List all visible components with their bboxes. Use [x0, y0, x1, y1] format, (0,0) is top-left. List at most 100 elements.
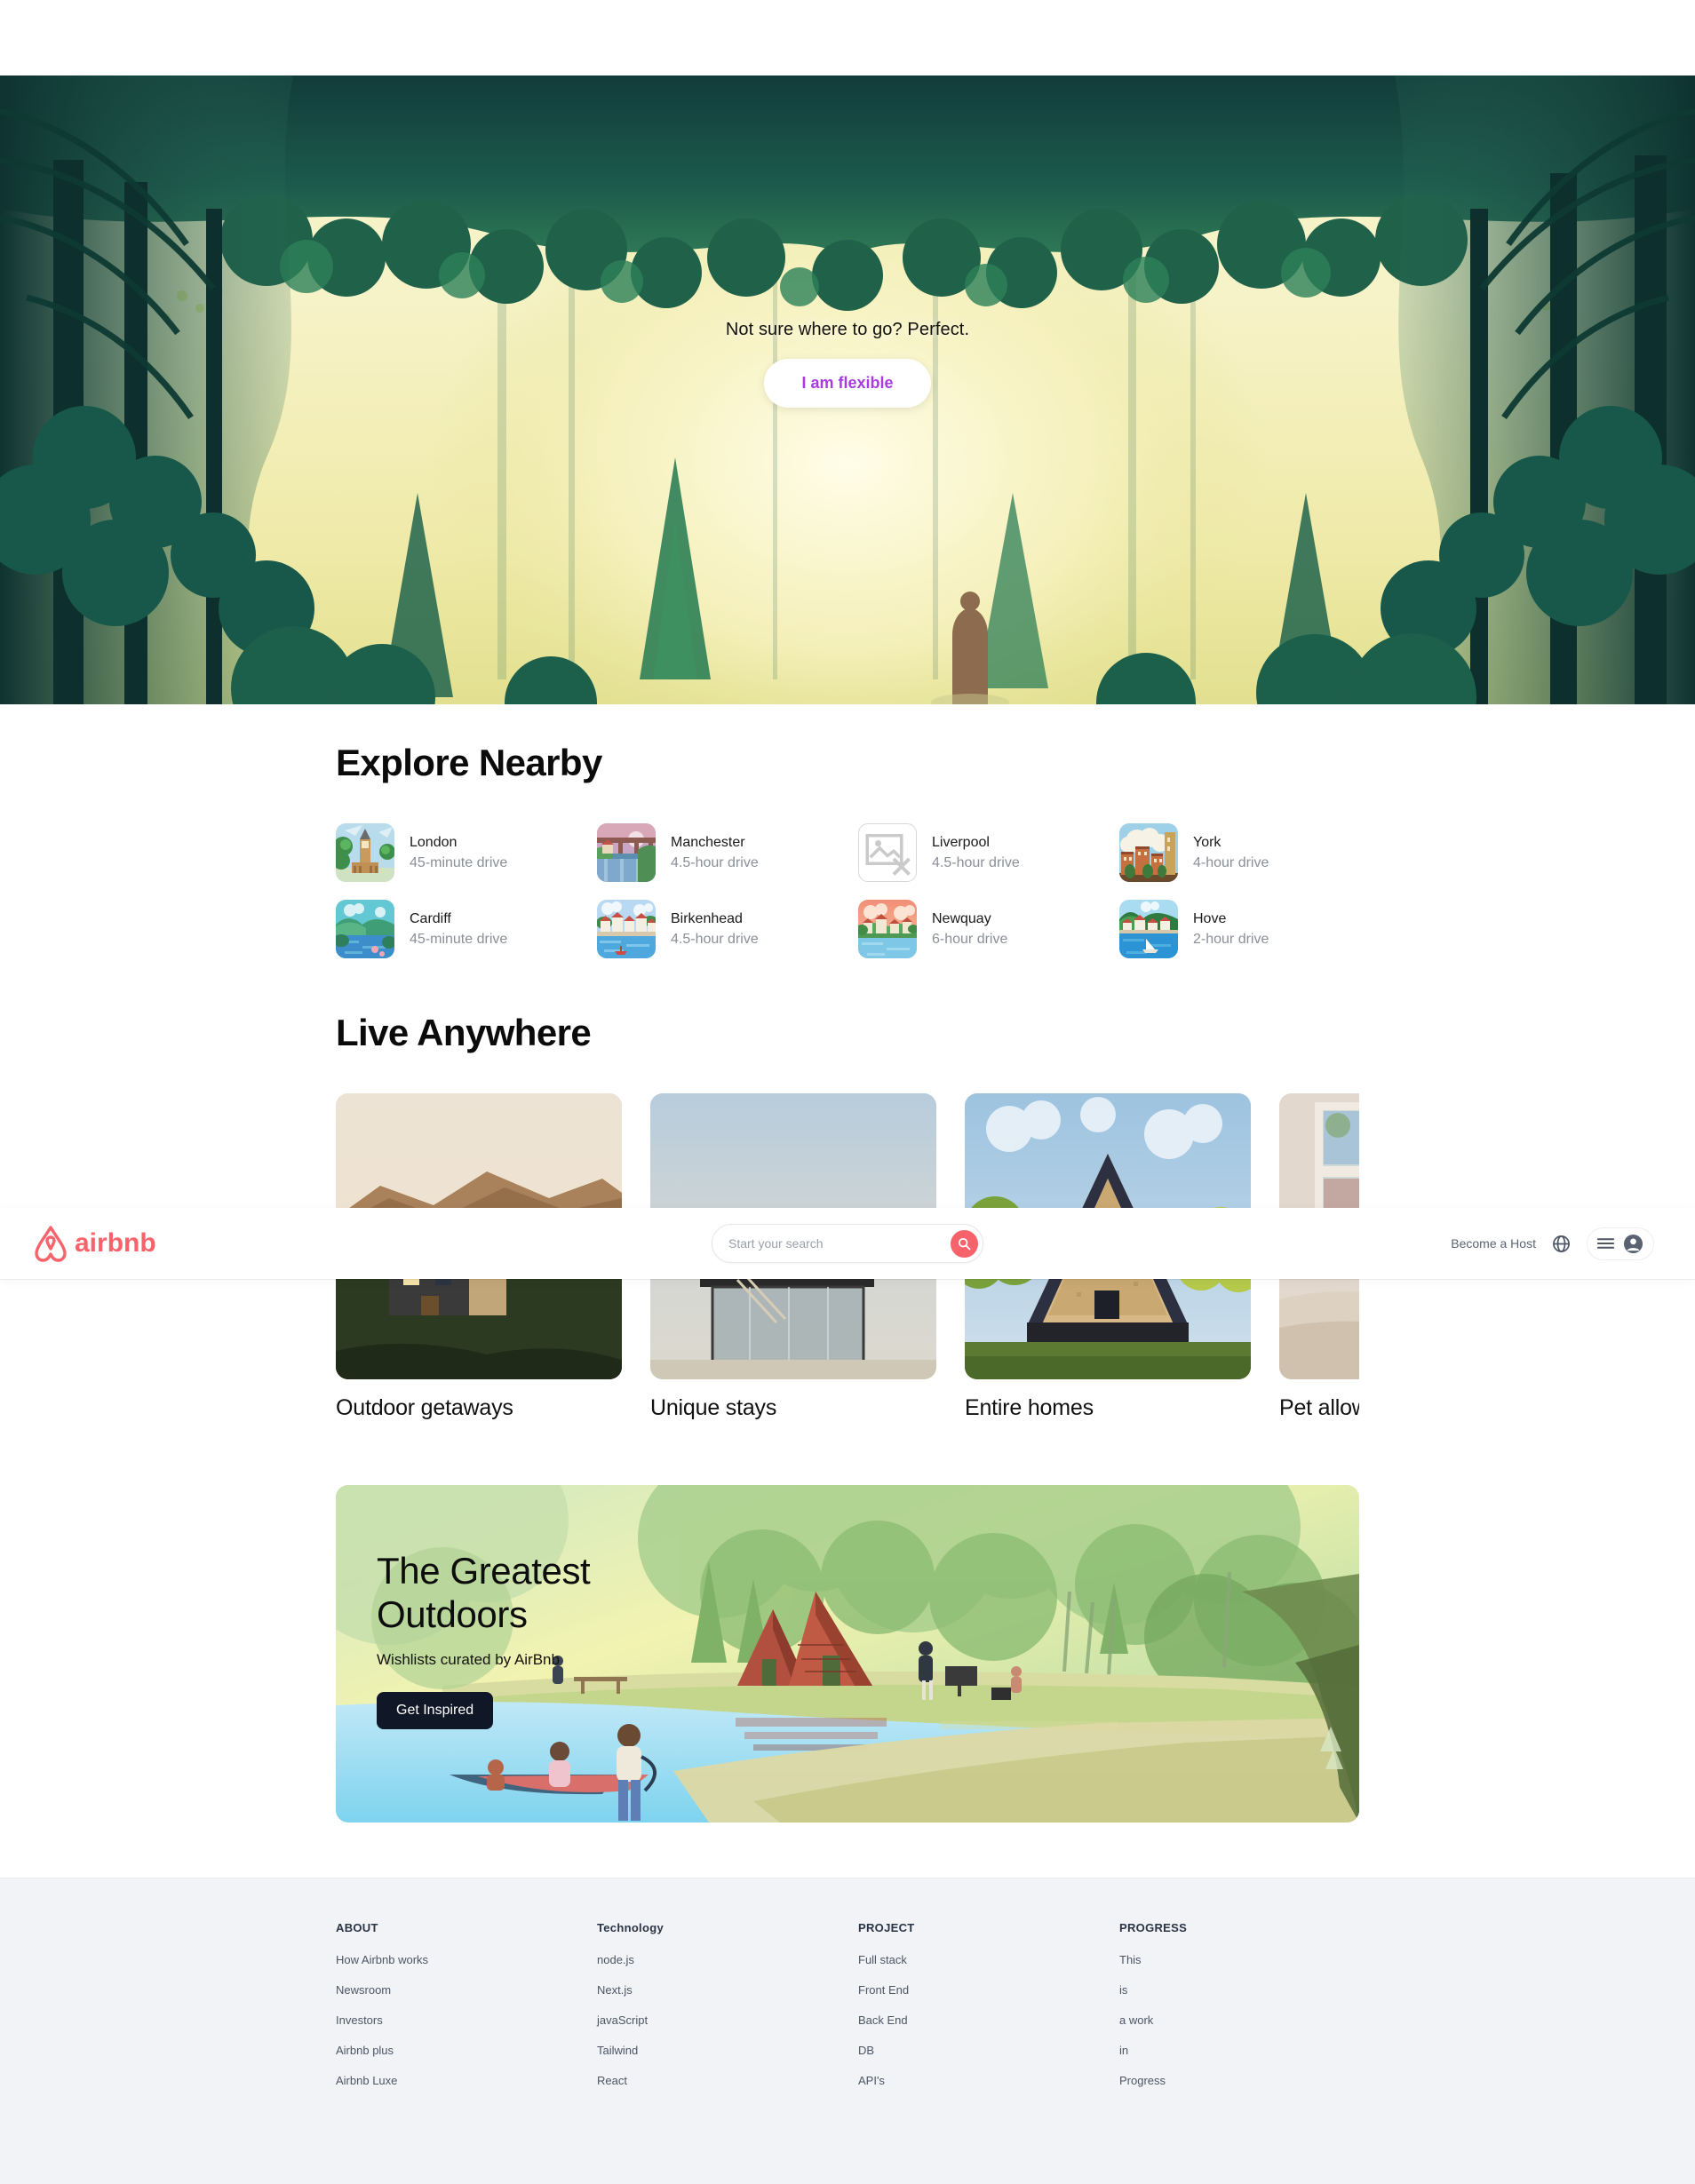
footer-column-heading: PROJECT: [858, 1921, 915, 1934]
footer-link[interactable]: a work: [1119, 2013, 1359, 2027]
footer-column-about: ABOUT How Airbnb works Newsroom Investor…: [336, 1921, 576, 2104]
i-am-flexible-button[interactable]: I am flexible: [764, 358, 931, 408]
footer-column-progress: PROGRESS This is a work in Progress: [1119, 1921, 1359, 2104]
harbour-town-thumbnail-icon: [597, 900, 656, 958]
banner-title-line2: Outdoors: [377, 1593, 528, 1636]
explore-nearby-section: Explore Nearby London 45-minute drive Ma…: [0, 704, 1695, 958]
city-name: Hove: [1193, 910, 1227, 926]
svg-text:airbnb: airbnb: [75, 1228, 156, 1258]
footer-link[interactable]: Front End: [858, 1983, 1098, 1997]
city-drive-time: 2-hour drive: [1193, 932, 1269, 947]
user-menu-button[interactable]: [1586, 1227, 1654, 1260]
footer-link[interactable]: is: [1119, 1983, 1359, 1997]
explore-nearby-title: Explore Nearby: [336, 742, 602, 783]
city-card-newquay[interactable]: Newquay 6-hour drive: [858, 900, 1098, 958]
globe-icon: [1553, 1235, 1570, 1252]
live-anywhere-title: Live Anywhere: [336, 1012, 592, 1053]
city-card-cardiff[interactable]: Cardiff 45-minute drive: [336, 900, 576, 958]
footer-link[interactable]: How Airbnb works: [336, 1953, 576, 1966]
navbar-center: [560, 1224, 1136, 1263]
broken-image-icon: [858, 823, 917, 882]
footer-column-heading: Technology: [597, 1921, 664, 1934]
big-ben-thumbnail-icon: [336, 823, 394, 882]
city-card-liverpool[interactable]: Liverpool 4.5-hour drive: [858, 823, 1098, 882]
top-navigation-bar: airbnb Become a Host: [0, 1208, 1695, 1279]
city-card-manchester[interactable]: Manchester 4.5-hour drive: [597, 823, 837, 882]
footer-link[interactable]: DB: [858, 2044, 1098, 2057]
live-anywhere-section: Live Anywhere Outdoor getaways Unique st…: [0, 958, 1695, 1421]
sunset-village-thumbnail-icon: [858, 900, 917, 958]
footer-link[interactable]: Airbnb plus: [336, 2044, 576, 2057]
city-card-york[interactable]: York 4-hour drive: [1119, 823, 1359, 882]
banner-copy: The Greatest Outdoors Wishlists curated …: [336, 1485, 798, 1730]
live-card-label: Outdoor getaways: [336, 1395, 513, 1420]
footer-link[interactable]: Airbnb Luxe: [336, 2074, 576, 2087]
footer-column-project: PROJECT Full stack Front End Back End DB…: [858, 1921, 1098, 2104]
footer-link[interactable]: Progress: [1119, 2074, 1359, 2087]
footer-link[interactable]: Newsroom: [336, 1983, 576, 1997]
city-drive-time: 4.5-hour drive: [932, 855, 1020, 870]
hamburger-menu-icon: [1596, 1238, 1614, 1249]
city-name: Birkenhead: [671, 910, 743, 926]
banner-title-line1: The Greatest: [377, 1550, 591, 1592]
search-input[interactable]: [728, 1236, 951, 1251]
airbnb-belo-logo-icon: [35, 1226, 67, 1262]
greatest-outdoors-section: The Greatest Outdoors Wishlists curated …: [0, 1421, 1695, 1878]
navbar-right: Become a Host: [1135, 1227, 1695, 1260]
search-submit-button[interactable]: [950, 1229, 978, 1258]
footer-link[interactable]: Full stack: [858, 1953, 1098, 1966]
footer-link[interactable]: Back End: [858, 2013, 1098, 2027]
city-drive-time: 45-minute drive: [410, 855, 508, 870]
city-drive-time: 6-hour drive: [932, 932, 1008, 947]
live-card-label: Pet allowed: [1279, 1395, 1359, 1420]
airbnb-wordmark-icon: airbnb: [75, 1228, 156, 1258]
greatest-outdoors-banner[interactable]: The Greatest Outdoors Wishlists curated …: [336, 1485, 1359, 1823]
city-drive-time: 4-hour drive: [1193, 855, 1269, 870]
city-name: Liverpool: [932, 834, 990, 850]
get-inspired-button[interactable]: Get Inspired: [377, 1692, 494, 1730]
coastal-bay-thumbnail-icon: [1119, 900, 1178, 958]
footer-link[interactable]: Investors: [336, 2013, 576, 2027]
user-avatar-icon: [1623, 1234, 1643, 1253]
city-drive-time: 4.5-hour drive: [671, 855, 759, 870]
airbnb-logo[interactable]: airbnb: [32, 1224, 187, 1263]
city-drive-time: 4.5-hour drive: [671, 932, 759, 947]
explore-nearby-grid: London 45-minute drive Manchester 4.5-ho…: [336, 823, 1359, 958]
hero-overlay: Not sure where to go? Perfect. I am flex…: [0, 75, 1695, 704]
hero-tagline: Not sure where to go? Perfect.: [725, 319, 970, 339]
language-globe-button[interactable]: [1552, 1235, 1571, 1253]
footer-link[interactable]: React: [597, 2074, 837, 2087]
page-top-spacer: [0, 0, 1695, 75]
city-card-hove[interactable]: Hove 2-hour drive: [1119, 900, 1359, 958]
city-name: Cardiff: [410, 910, 451, 926]
search-bar[interactable]: [711, 1224, 983, 1263]
city-drive-time: 45-minute drive: [410, 932, 508, 947]
live-card-label: Unique stays: [650, 1395, 777, 1420]
footer-link[interactable]: This: [1119, 1953, 1359, 1966]
city-card-london[interactable]: London 45-minute drive: [336, 823, 576, 882]
lake-hills-thumbnail-icon: [336, 900, 394, 958]
footer-columns: ABOUT How Airbnb works Newsroom Investor…: [336, 1921, 1359, 2104]
city-name: London: [410, 834, 458, 850]
page-footer: ABOUT How Airbnb works Newsroom Investor…: [0, 1878, 1695, 2184]
search-icon: [958, 1237, 971, 1250]
city-name: Newquay: [932, 910, 991, 926]
old-town-thumbnail-icon: [1119, 823, 1178, 882]
live-card-label: Entire homes: [965, 1395, 1094, 1420]
viaduct-bridge-thumbnail-icon: [597, 823, 656, 882]
become-a-host-link[interactable]: Become a Host: [1451, 1236, 1536, 1251]
footer-link[interactable]: Next.js: [597, 1983, 837, 1997]
city-name: Manchester: [671, 834, 745, 850]
footer-link[interactable]: node.js: [597, 1953, 837, 1966]
banner-subtitle: Wishlists curated by AirBnb: [377, 1651, 560, 1669]
footer-column-heading: PROGRESS: [1119, 1921, 1188, 1934]
footer-link[interactable]: in: [1119, 2044, 1359, 2057]
footer-link[interactable]: javaScript: [597, 2013, 837, 2027]
footer-link[interactable]: API's: [858, 2074, 1098, 2087]
navbar-left: airbnb: [0, 1224, 560, 1263]
city-card-birkenhead[interactable]: Birkenhead 4.5-hour drive: [597, 900, 837, 958]
city-name: York: [1193, 834, 1222, 850]
footer-link[interactable]: Tailwind: [597, 2044, 837, 2057]
footer-column-heading: ABOUT: [336, 1921, 378, 1934]
footer-column-technology: Technology node.js Next.js javaScript Ta…: [597, 1921, 837, 2104]
